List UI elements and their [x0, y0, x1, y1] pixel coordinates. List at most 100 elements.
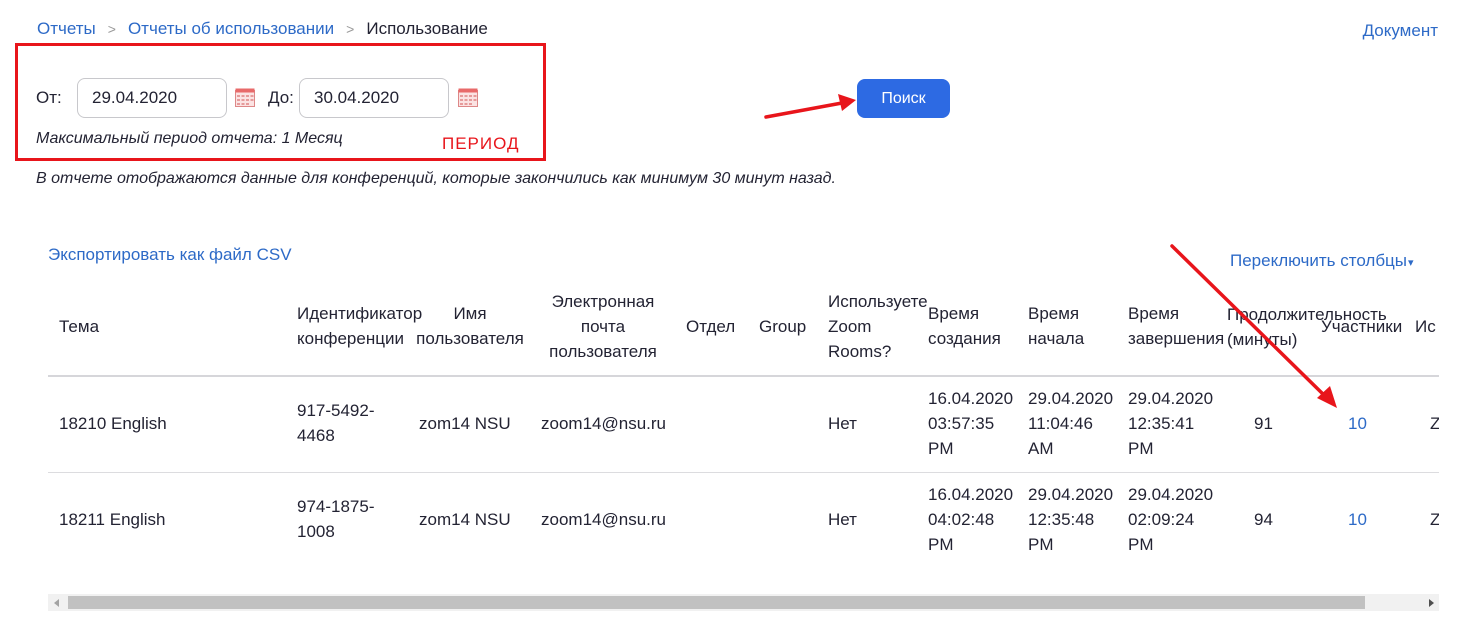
cell-line: 29.04.2020	[1128, 389, 1214, 408]
cell-user-name: zom14 NSU	[419, 414, 511, 433]
cell-topic: 18211 English	[59, 510, 166, 529]
header-line: Время	[928, 304, 980, 323]
scroll-left-arrow-icon[interactable]	[48, 594, 65, 611]
column-header-topic: Тема	[59, 317, 100, 336]
cell-line: PM	[1128, 535, 1154, 554]
cell-meeting-id: 917-5492- 4468	[297, 398, 375, 448]
header-line: Время	[1128, 304, 1180, 323]
to-label: До:	[268, 88, 294, 107]
header-line: завершения	[1128, 329, 1225, 348]
participants-link[interactable]: 10	[1348, 507, 1367, 532]
cell-topic: 18210 English	[59, 414, 167, 433]
cell-user-email: zoom14@nsu.ru	[541, 414, 666, 433]
period-annotation-label: ПЕРИОД	[442, 134, 520, 153]
cell-line: 02:09:24	[1128, 510, 1195, 529]
header-line: Zoom	[828, 317, 872, 336]
search-button[interactable]: Поиск	[857, 79, 950, 118]
report-note: В отчете отображаются данные для конфере…	[36, 170, 836, 187]
header-line: почта	[580, 317, 626, 336]
cell-duration: 94	[1254, 510, 1273, 529]
breadcrumb-separator: >	[346, 21, 355, 37]
from-date-input[interactable]: 29.04.2020	[77, 78, 227, 118]
document-link[interactable]: Документ	[1363, 21, 1438, 41]
cell-line: 4468	[297, 426, 335, 445]
cell-line: 11:04:46	[1028, 414, 1093, 433]
cell-line: 917-5492-	[297, 401, 375, 420]
scrollbar-thumb[interactable]	[68, 596, 1365, 609]
column-header-user-email: Электронная почта пользователя	[538, 289, 668, 364]
cell-line: 974-1875-	[297, 497, 375, 516]
cell-end: 29.04.2020 02:09:24 PM	[1128, 482, 1213, 557]
arrow-to-search-icon	[764, 94, 856, 119]
cell-user-email: zoom14@nsu.ru	[541, 510, 666, 529]
cell-line: 1008	[297, 522, 335, 541]
cell-meeting-id: 974-1875- 1008	[297, 494, 375, 544]
export-csv-link[interactable]: Экспортировать как файл CSV	[48, 245, 292, 265]
column-header-participants: Участники	[1321, 317, 1403, 336]
scroll-right-arrow-icon[interactable]	[1422, 594, 1439, 611]
row-divider	[48, 472, 1439, 473]
cell-line: 12:35:48	[1028, 510, 1095, 529]
toggle-columns-dropdown[interactable]: Переключить столбцы▾	[1230, 251, 1414, 271]
header-divider	[48, 375, 1439, 377]
header-line: Используете	[828, 292, 928, 311]
cell-created: 16.04.2020 04:02:48 PM	[928, 482, 1013, 557]
column-header-user-name: Имя пользователя	[410, 301, 530, 351]
cell-start: 29.04.2020 11:04:46 AM	[1028, 386, 1113, 461]
cell-line: AM	[1028, 439, 1054, 458]
column-header-department: Отдел	[686, 317, 736, 336]
cell-created: 16.04.2020 03:57:35 PM	[928, 386, 1013, 461]
column-header-zoom-rooms: Используете Zoom Rooms?	[828, 289, 928, 364]
cell-line: 03:57:35	[928, 414, 995, 433]
breadcrumb-reports-link[interactable]: Отчеты	[37, 19, 96, 39]
cell-end: 29.04.2020 12:35:41 PM	[1128, 386, 1213, 461]
header-line: пользователя	[416, 329, 524, 348]
header-line: Имя	[453, 304, 487, 323]
cell-zoom-rooms: Нет	[828, 510, 857, 529]
cell-source: Z	[1430, 414, 1439, 433]
cell-line: 04:02:48	[928, 510, 995, 529]
cell-line: PM	[1128, 439, 1154, 458]
cell-duration: 91	[1254, 414, 1273, 433]
usage-table: Тема Идентификатор конференции Имя польз…	[48, 280, 1439, 590]
cell-start: 29.04.2020 12:35:48 PM	[1028, 482, 1113, 557]
breadcrumb: Отчеты > Отчеты об использовании > Испол…	[37, 19, 488, 39]
calendar-icon[interactable]	[458, 88, 478, 107]
header-line: начала	[1028, 329, 1085, 348]
column-header-created: Время создания	[928, 301, 1001, 351]
header-line: конференции	[297, 329, 404, 348]
from-label: От:	[36, 88, 62, 107]
cell-line: PM	[1028, 535, 1054, 554]
breadcrumb-current: Использование	[366, 19, 488, 38]
horizontal-scrollbar[interactable]	[48, 594, 1439, 611]
cell-source: Z	[1430, 510, 1439, 529]
to-date-input[interactable]: 30.04.2020	[299, 78, 449, 118]
column-header-end: Время завершения	[1128, 301, 1224, 351]
participants-link[interactable]: 10	[1348, 411, 1367, 436]
cell-zoom-rooms: Нет	[828, 414, 857, 433]
header-line: Идентификатор	[297, 304, 423, 323]
column-header-meeting-id: Идентификатор конференции	[297, 301, 422, 351]
cell-line: 29.04.2020	[1028, 485, 1114, 504]
header-line: Rooms?	[828, 342, 892, 361]
calendar-icon[interactable]	[235, 88, 255, 107]
cell-line: 12:35:41	[1128, 414, 1195, 433]
cell-line: 29.04.2020	[1028, 389, 1114, 408]
header-line: пользователя	[549, 342, 657, 361]
toggle-columns-label: Переключить столбцы	[1230, 251, 1408, 270]
column-header-group: Group	[759, 317, 807, 336]
cell-line: 29.04.2020	[1128, 485, 1214, 504]
header-line: Электронная	[551, 292, 655, 311]
header-line: создания	[928, 329, 1001, 348]
cell-user-name: zom14 NSU	[419, 510, 511, 529]
breadcrumb-usage-reports-link[interactable]: Отчеты об использовании	[128, 19, 334, 39]
cell-line: PM	[928, 535, 954, 554]
cell-line: 16.04.2020	[928, 485, 1014, 504]
cell-line: 16.04.2020	[928, 389, 1014, 408]
cell-line: PM	[928, 439, 954, 458]
breadcrumb-separator: >	[107, 21, 116, 37]
header-line: Время	[1028, 304, 1080, 323]
column-header-start: Время начала	[1028, 301, 1084, 351]
column-header-source: Ис	[1415, 317, 1436, 336]
max-period-note: Максимальный период отчета: 1 Месяц	[36, 130, 343, 147]
